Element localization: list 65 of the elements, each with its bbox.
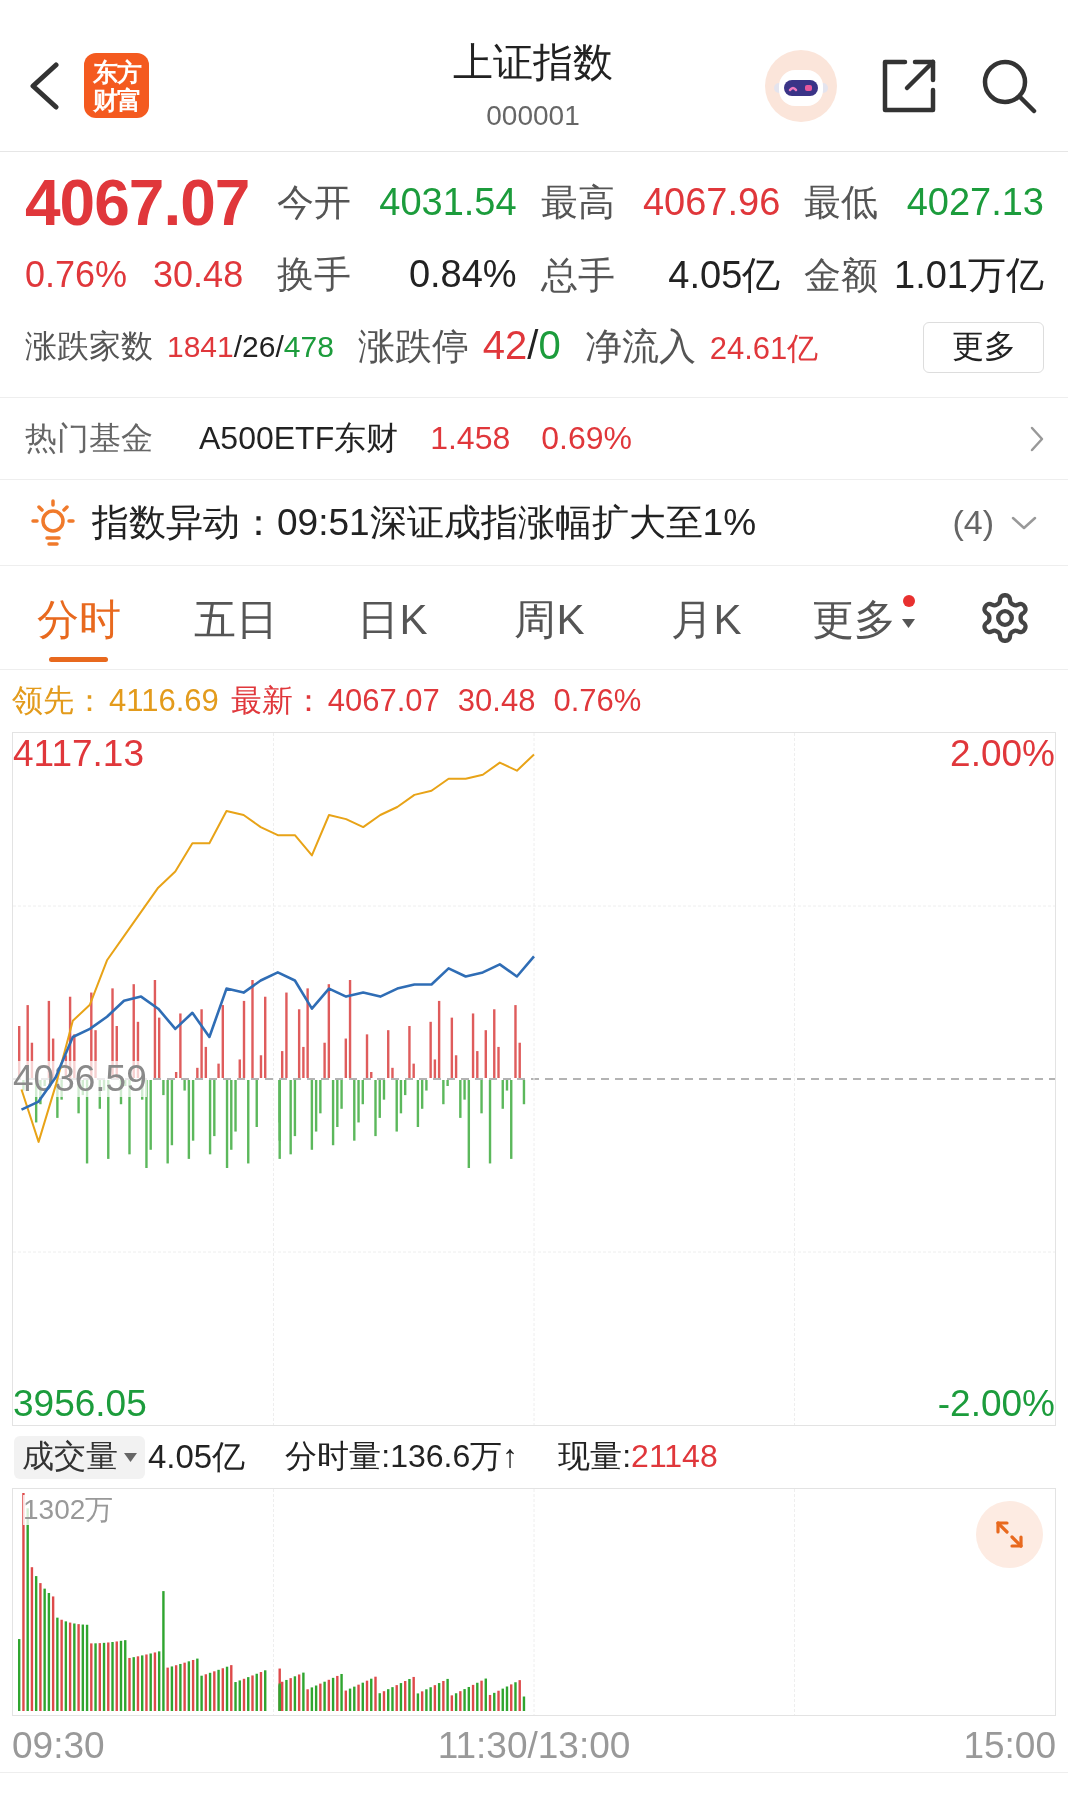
tab[interactable]: 周K bbox=[514, 595, 585, 662]
axis-label: -2.00% bbox=[937, 1386, 1055, 1422]
alert-count: (4) bbox=[952, 503, 994, 542]
tab[interactable]: 月K bbox=[671, 595, 742, 662]
change-percent: 0.76% bbox=[25, 254, 128, 296]
expand-icon[interactable] bbox=[976, 1501, 1043, 1568]
stat-label: 总手 bbox=[540, 253, 615, 298]
tab[interactable]: 五日 bbox=[193, 595, 278, 662]
time-label: 09:30 bbox=[12, 1726, 105, 1766]
price-value: 4067.07 bbox=[25, 167, 250, 239]
axis-label: 3956.05 bbox=[13, 1386, 147, 1422]
back-icon[interactable] bbox=[29, 61, 59, 110]
stat-value: 0.84% bbox=[408, 253, 517, 296]
volume-selector[interactable]: 成交量 bbox=[14, 1435, 145, 1479]
axis-label: 2.00% bbox=[950, 735, 1055, 772]
sun-icon bbox=[31, 498, 75, 547]
legend-value: 0.76% bbox=[553, 683, 642, 719]
interval-volume: 分时量:136.6万↑ bbox=[285, 1437, 519, 1476]
app-logo: 东方 财富 bbox=[84, 53, 149, 118]
stat-label: 金额 bbox=[804, 253, 879, 298]
breadth-value: 42/0 bbox=[482, 323, 561, 368]
legend-value: 4116.69 bbox=[109, 683, 219, 719]
stat-value: 4.05亿 bbox=[668, 252, 781, 298]
legend-value: 30.48 bbox=[457, 683, 536, 719]
chevron-down-icon[interactable] bbox=[1011, 515, 1037, 530]
share-icon[interactable] bbox=[881, 57, 937, 114]
caret-icon bbox=[902, 619, 915, 628]
volume-total: 4.05亿 bbox=[148, 1436, 246, 1477]
stat-label: 换手 bbox=[277, 253, 351, 297]
breadth-label: 涨跌停 bbox=[357, 325, 469, 369]
alert-text[interactable]: 指数异动：09:51深证成指涨幅扩大至1% bbox=[92, 497, 757, 548]
fund-price: 1.458 bbox=[430, 420, 511, 457]
caret-icon bbox=[124, 1452, 137, 1462]
stat-value: 4067.96 bbox=[642, 181, 781, 224]
stat-value: 1.01万亿 bbox=[894, 252, 1044, 298]
settings-icon[interactable] bbox=[980, 592, 1030, 643]
breadth-label: 净流入 bbox=[584, 325, 696, 369]
change-value: 30.48 bbox=[153, 254, 244, 296]
volume-scale-label: 1302万 bbox=[23, 1495, 114, 1525]
more-button[interactable]: 更多 bbox=[923, 321, 1044, 373]
stat-label: 今开 bbox=[277, 181, 351, 225]
stock-code: 000001 bbox=[486, 98, 580, 133]
chevron-right-icon[interactable] bbox=[1030, 425, 1044, 452]
tab[interactable]: 更多 bbox=[812, 595, 915, 662]
legend-value: 4067.07 bbox=[327, 683, 440, 719]
stat-label: 最低 bbox=[804, 181, 879, 225]
legend-label: 最新： bbox=[230, 682, 324, 720]
breadth-value: 24.61亿 bbox=[709, 330, 819, 368]
tab[interactable]: 日K bbox=[357, 595, 428, 662]
time-label: 15:00 bbox=[963, 1726, 1056, 1766]
page-title: 上证指数 bbox=[453, 38, 613, 86]
stat-value: 4027.13 bbox=[906, 181, 1044, 224]
current-volume: 现量:21148 bbox=[558, 1437, 718, 1476]
search-icon[interactable] bbox=[981, 57, 1037, 114]
fund-label: 热门基金 bbox=[25, 418, 153, 458]
stat-label: 最高 bbox=[540, 181, 615, 225]
breadth-value: 1841/26/478 bbox=[167, 330, 334, 364]
legend-label: 领先： bbox=[12, 682, 105, 720]
fund-name[interactable]: A500ETF东财 bbox=[199, 416, 399, 461]
stat-value: 4031.54 bbox=[379, 181, 517, 224]
time-label: 11:30/13:00 bbox=[437, 1726, 631, 1766]
fund-change: 0.69% bbox=[541, 420, 632, 457]
axis-label: 4117.13 bbox=[13, 735, 144, 772]
robot-avatar-icon[interactable] bbox=[765, 49, 837, 122]
breadth-label: 涨跌家数 bbox=[25, 327, 153, 366]
